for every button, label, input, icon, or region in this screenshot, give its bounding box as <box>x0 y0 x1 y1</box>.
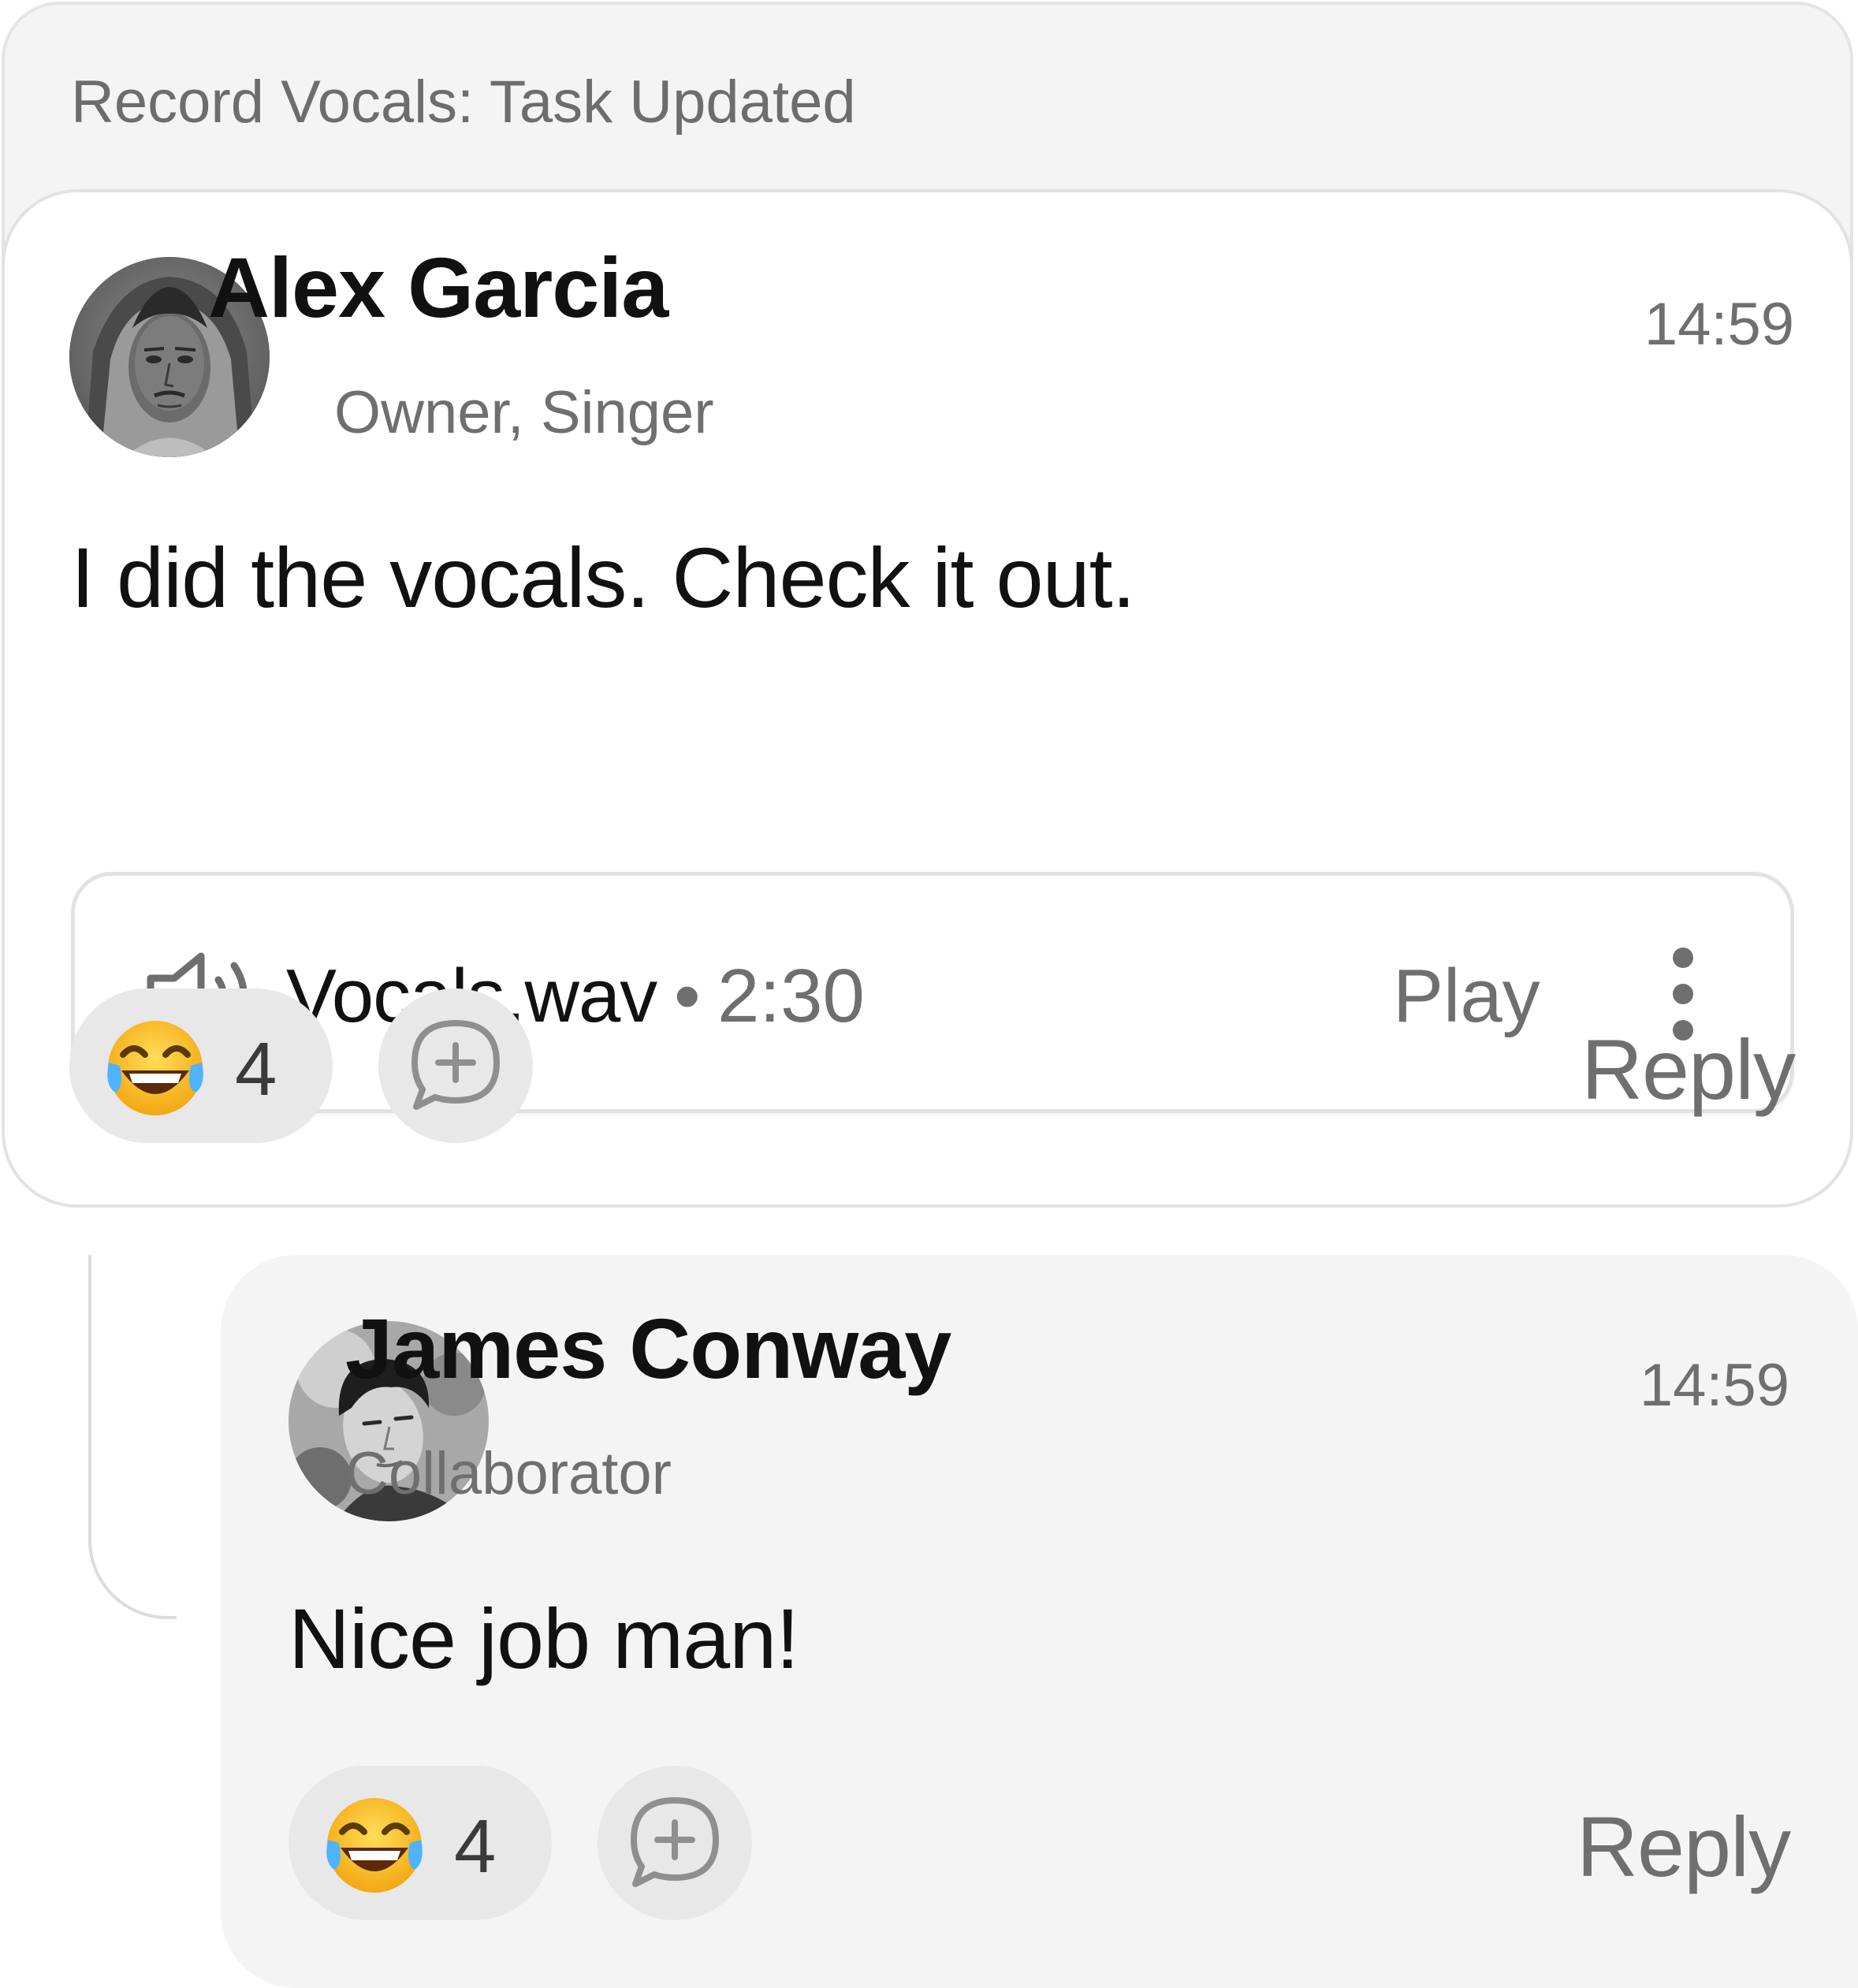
reply-timestamp: 14:59 <box>1639 1352 1789 1419</box>
task-update-title: Record Vocals: Task Updated <box>71 69 856 136</box>
reply-card: James Conway Collaborator 14:59 Nice job… <box>221 1255 1858 1988</box>
add-reaction-icon <box>631 1797 719 1887</box>
message-text: I did the vocals. Check it out. <box>71 530 1136 625</box>
author-name[interactable]: Alex Garcia <box>208 238 668 337</box>
reaction-count: 4 <box>235 1027 277 1111</box>
attachment-duration: 2:30 <box>717 954 865 1038</box>
thread-connector <box>88 1255 177 1619</box>
reply-button[interactable]: Reply <box>1581 1020 1796 1119</box>
attachment-separator: • <box>674 954 701 1038</box>
reply-button[interactable]: Reply <box>1577 1797 1791 1896</box>
author-role: Owner, Singer <box>334 379 714 446</box>
author-role: Collaborator <box>345 1440 672 1507</box>
reaction-pill[interactable]: 4 <box>69 988 333 1143</box>
reaction-pill[interactable]: 4 <box>289 1766 552 1920</box>
comment-thread: Record Vocals: Task Updated Alex Garcia … <box>0 0 1858 1988</box>
message-card: Alex Garcia Owner, Singer 14:59 I did th… <box>2 189 1853 1208</box>
reply-text: Nice job man! <box>289 1591 799 1686</box>
message-timestamp: 14:59 <box>1644 291 1794 358</box>
laughing-emoji-icon <box>326 1798 423 1893</box>
add-reaction-button[interactable] <box>378 988 533 1143</box>
laughing-emoji-icon <box>107 1021 203 1115</box>
reaction-count: 4 <box>454 1804 497 1889</box>
add-reaction-button[interactable] <box>598 1766 752 1920</box>
play-button[interactable]: Play <box>1393 953 1540 1040</box>
add-reaction-icon <box>411 1020 500 1110</box>
author-name[interactable]: James Conway <box>345 1299 951 1398</box>
